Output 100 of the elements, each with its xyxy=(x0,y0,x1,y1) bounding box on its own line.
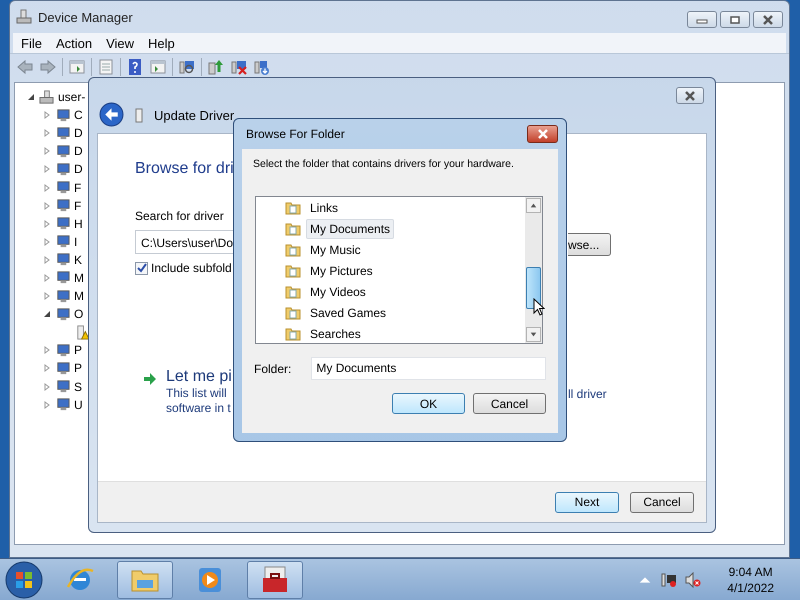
ok-button[interactable]: OK xyxy=(392,393,465,414)
clock-time: 9:04 AM xyxy=(728,564,773,580)
tree-item[interactable]: K xyxy=(74,252,82,267)
folder-label: Folder: xyxy=(254,362,292,376)
dialog-title: Browse For Folder xyxy=(246,127,345,141)
window-title: Update Driver xyxy=(154,108,234,123)
expander-icon[interactable] xyxy=(27,93,35,102)
next-button[interactable]: Next xyxy=(555,492,619,512)
cancel-button[interactable]: Cancel xyxy=(473,393,546,414)
tree-item[interactable]: U xyxy=(74,398,83,412)
window-title: Device Manager xyxy=(38,10,133,24)
tree-item[interactable]: C xyxy=(74,108,83,122)
expander-icon[interactable] xyxy=(43,310,51,318)
close-icon xyxy=(761,14,775,24)
browse-button[interactable]: wse... xyxy=(568,233,611,256)
disable-device-icon[interactable] xyxy=(253,58,271,76)
tree-item[interactable]: F xyxy=(74,198,82,213)
close-icon xyxy=(536,129,550,139)
device-icon xyxy=(55,216,70,232)
folder-item[interactable]: My Videos xyxy=(306,282,370,302)
scroll-down-icon[interactable] xyxy=(526,327,541,342)
menu-item[interactable]: Action xyxy=(52,36,100,50)
device-icon xyxy=(55,379,70,394)
warning-device-icon[interactable] xyxy=(75,324,90,340)
taskbar-button[interactable] xyxy=(247,560,303,598)
device-icon xyxy=(55,144,70,159)
cancel-button[interactable]: Cancel xyxy=(630,492,694,512)
forward-arrow-icon[interactable] xyxy=(39,58,57,76)
tree-item[interactable]: M xyxy=(74,270,84,285)
device-icon xyxy=(55,397,70,412)
folder-field[interactable]: My Documents xyxy=(311,357,546,380)
folder-icon xyxy=(285,220,301,236)
device-icon xyxy=(55,198,70,214)
clock-date: 4/1/2022 xyxy=(727,580,774,596)
tree-item[interactable]: D xyxy=(74,144,83,158)
instruction-text: Select the folder that contains drivers for your hardware. xyxy=(253,158,514,170)
tree-item[interactable]: D xyxy=(74,162,83,176)
device-icon xyxy=(55,234,70,250)
tree-item[interactable]: I xyxy=(74,234,78,249)
uninstall-icon[interactable] xyxy=(230,58,248,76)
action-pane-icon[interactable] xyxy=(149,58,167,76)
tree-item[interactable]: S xyxy=(74,380,82,394)
update-driver-icon[interactable] xyxy=(207,58,225,76)
menu-item[interactable]: Help xyxy=(144,36,183,50)
speaker-muted-icon[interactable] xyxy=(685,572,702,588)
folder-icon xyxy=(285,284,301,300)
folder-item[interactable]: Saved Games xyxy=(306,302,390,322)
close-button[interactable] xyxy=(676,87,704,104)
option-description: ll driver xyxy=(568,387,607,401)
folder-icon xyxy=(285,200,301,216)
network-icon[interactable] xyxy=(661,572,678,588)
maximize-button[interactable] xyxy=(720,11,750,28)
tree-item[interactable]: F xyxy=(74,180,82,195)
folder-item[interactable]: Links xyxy=(306,198,342,218)
tree-item[interactable]: P xyxy=(74,361,82,376)
menu-item[interactable]: File xyxy=(17,36,50,50)
toolbox-icon xyxy=(260,564,290,594)
close-button[interactable] xyxy=(527,125,558,143)
tree-item[interactable]: user- xyxy=(58,90,86,104)
device-icon xyxy=(55,270,70,286)
scrollbar[interactable] xyxy=(525,197,542,343)
checkbox[interactable] xyxy=(135,262,148,274)
close-button[interactable] xyxy=(753,11,783,28)
option-description: software in t xyxy=(166,401,232,416)
checkbox-label: Include subfold xyxy=(151,261,232,275)
arrow-icon xyxy=(143,372,157,386)
scan-hardware-icon[interactable] xyxy=(178,58,196,76)
tree-item[interactable]: O xyxy=(74,307,84,322)
clock[interactable]: 9:04 AM 4/1/2022 xyxy=(727,564,774,596)
tree-item[interactable]: P xyxy=(74,343,82,358)
menu-item[interactable]: View xyxy=(102,36,142,50)
option-description: This list will xyxy=(166,386,228,401)
help-icon[interactable] xyxy=(126,58,144,76)
page-heading: Browse for dri xyxy=(135,160,234,178)
computer-icon xyxy=(16,9,32,25)
folder-item[interactable]: My Documents xyxy=(306,218,394,238)
scroll-thumb[interactable] xyxy=(526,267,541,309)
properties-icon[interactable] xyxy=(97,58,115,76)
folder-item[interactable]: My Pictures xyxy=(306,260,377,280)
tree-item[interactable]: H xyxy=(74,216,83,231)
console-tree-icon[interactable] xyxy=(68,58,86,76)
folder-item[interactable]: Searches xyxy=(306,324,365,344)
scroll-up-icon[interactable] xyxy=(526,198,541,213)
back-button[interactable] xyxy=(99,102,124,127)
device-icon xyxy=(55,342,70,358)
start-button[interactable] xyxy=(4,560,44,600)
device-icon xyxy=(55,288,70,304)
folder-icon xyxy=(285,304,301,320)
device-icon xyxy=(55,162,70,177)
device-icon xyxy=(134,108,144,124)
device-icon xyxy=(55,126,70,141)
folder-item[interactable]: My Music xyxy=(306,240,365,260)
device-icon xyxy=(55,180,70,196)
option-link[interactable]: Let me pi xyxy=(166,368,232,386)
device-icon xyxy=(55,360,70,376)
search-label: Search for driver xyxy=(135,209,224,223)
tree-item[interactable]: M xyxy=(74,289,84,304)
tree-item[interactable]: D xyxy=(74,126,83,140)
back-arrow-icon[interactable] xyxy=(16,58,34,76)
minimize-button[interactable] xyxy=(687,11,717,28)
